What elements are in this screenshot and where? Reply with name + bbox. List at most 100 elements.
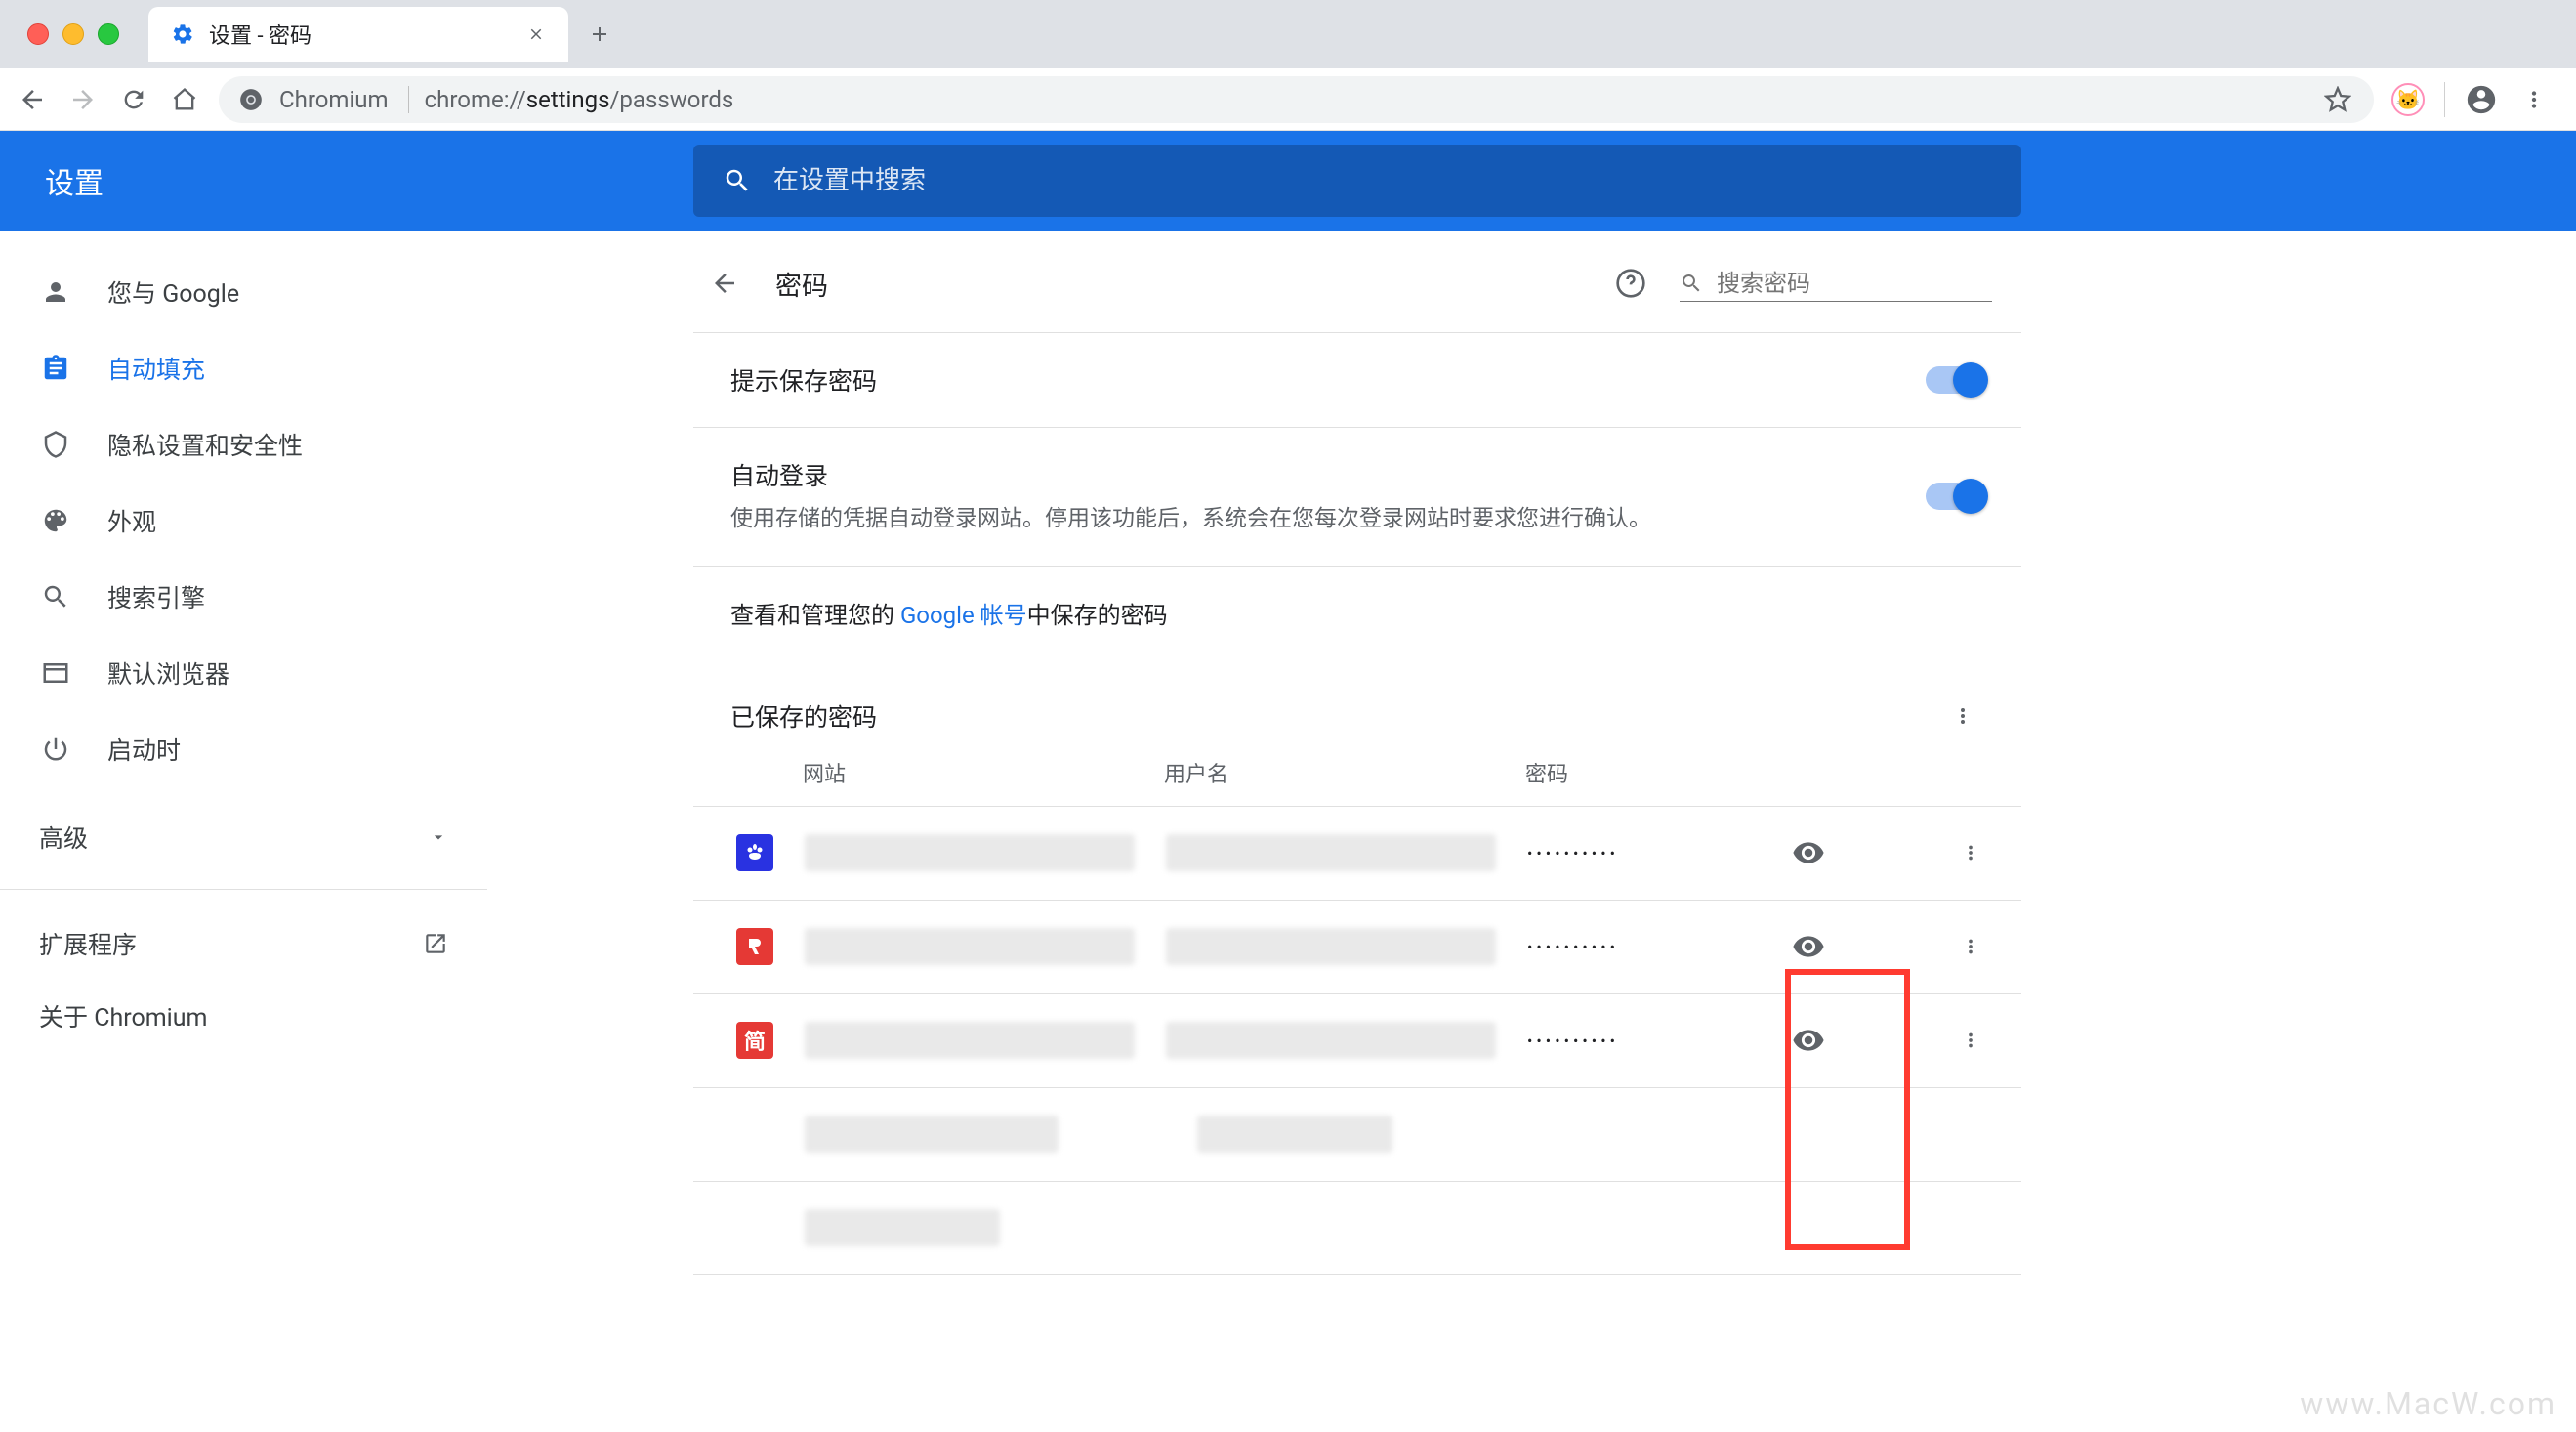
column-password: 密码 (1525, 757, 1799, 788)
sidebar-item-default-browser[interactable]: 默认浏览器 (0, 635, 487, 711)
sidebar-item-you-and-google[interactable]: 您与 Google (0, 254, 487, 330)
auto-signin-description: 使用存储的凭据自动登录网站。停用该功能后，系统会在您每次登录网站时要求您进行确认… (730, 502, 1926, 536)
password-search[interactable] (1680, 266, 1992, 302)
forward-button[interactable] (66, 83, 100, 116)
divider (0, 889, 487, 890)
address-bar[interactable]: Chromium chrome://settings/passwords (219, 76, 2374, 123)
sidebar-item-label: 您与 Google (107, 274, 239, 310)
site-name-redacted[interactable] (805, 1022, 1135, 1059)
auto-signin-toggle[interactable] (1926, 483, 1984, 510)
title-bar: 设置 - 密码 (0, 0, 2576, 68)
sidebar-extensions-link[interactable]: 扩展程序 (0, 907, 487, 980)
chevron-down-icon (429, 827, 448, 847)
site-name-redacted[interactable] (805, 1209, 1000, 1246)
site-favicon (736, 834, 773, 871)
google-account-link[interactable]: Google 帐号 (900, 602, 1027, 629)
sidebar-item-privacy-security[interactable]: 隐私设置和安全性 (0, 406, 487, 483)
bookmark-star-icon[interactable] (2321, 83, 2354, 116)
manage-prefix: 查看和管理您的 (730, 602, 900, 629)
site-name-redacted[interactable] (805, 928, 1135, 965)
sidebar-item-label: 自动填充 (107, 351, 205, 386)
column-site: 网站 (803, 757, 1164, 788)
sidebar-item-appearance[interactable]: 外观 (0, 483, 487, 559)
settings-header: 设置 (0, 131, 2576, 231)
extension-icon[interactable]: 🐱 (2391, 83, 2425, 116)
password-row (693, 1181, 2021, 1275)
gear-icon (170, 21, 195, 47)
offer-save-toggle[interactable] (1926, 366, 1984, 394)
external-link-icon (423, 931, 448, 956)
about-label: 关于 Chromium (39, 998, 207, 1033)
sidebar-item-label: 默认浏览器 (107, 655, 229, 691)
advanced-label: 高级 (39, 820, 88, 855)
minimize-window-button[interactable] (62, 23, 84, 45)
password-search-input[interactable] (1717, 270, 2020, 297)
profile-button[interactable] (2465, 83, 2498, 116)
saved-passwords-title: 已保存的密码 (730, 698, 877, 734)
browser-tab[interactable]: 设置 - 密码 (148, 7, 568, 62)
close-window-button[interactable] (27, 23, 49, 45)
show-password-button[interactable] (1781, 919, 1836, 974)
password-row: •••••••••• (693, 900, 2021, 993)
watermark: www.MacW.com (2300, 1385, 2556, 1422)
power-icon (39, 733, 72, 766)
sidebar-item-label: 启动时 (107, 732, 181, 767)
panel-title: 密码 (775, 265, 1582, 303)
saved-passwords-more-button[interactable] (1941, 695, 1984, 737)
password-masked: •••••••••• (1527, 1032, 1762, 1050)
reload-button[interactable] (117, 83, 150, 116)
password-row-more-button[interactable] (1949, 831, 1992, 874)
sidebar-item-label: 外观 (107, 503, 156, 538)
password-row-more-button[interactable] (1949, 925, 1992, 968)
browser-toolbar: Chromium chrome://settings/passwords 🐱 (0, 68, 2576, 131)
browser-menu-button[interactable] (2517, 83, 2551, 116)
person-icon (39, 275, 72, 309)
settings-sidebar: 您与 Google 自动填充 隐私设置和安全性 外观 搜索引擎 默认浏览器 (0, 231, 488, 1432)
browser-icon (39, 656, 72, 690)
separator (2444, 82, 2445, 117)
site-name-redacted[interactable] (805, 834, 1135, 871)
panel-back-button[interactable] (703, 262, 746, 305)
site-identity: Chromium (279, 86, 409, 113)
sidebar-item-label: 隐私设置和安全性 (107, 427, 303, 462)
site-domain: Chromium (279, 86, 409, 113)
site-favicon (736, 928, 773, 965)
sidebar-item-on-startup[interactable]: 启动时 (0, 711, 487, 787)
show-password-button[interactable] (1781, 825, 1836, 880)
column-user: 用户名 (1164, 757, 1525, 788)
sidebar-advanced-toggle[interactable]: 高级 (0, 803, 487, 871)
username-redacted (1166, 1022, 1496, 1059)
passwords-panel: 密码 提示保存密码 自 (693, 231, 2021, 1432)
show-password-button[interactable] (1781, 1013, 1836, 1068)
chromium-icon (238, 87, 264, 112)
help-button[interactable] (1611, 264, 1650, 303)
tab-title: 设置 - 密码 (209, 19, 512, 50)
sidebar-item-label: 搜索引擎 (107, 579, 205, 614)
manage-suffix: 中保存的密码 (1027, 602, 1168, 629)
sidebar-item-autofill[interactable]: 自动填充 (0, 330, 487, 406)
username-redacted (1197, 1116, 1392, 1153)
new-tab-button[interactable] (578, 13, 621, 56)
username-redacted (1166, 928, 1496, 965)
site-name-redacted[interactable] (805, 1116, 1059, 1153)
home-button[interactable] (168, 83, 201, 116)
settings-title: 设置 (0, 159, 693, 202)
maximize-window-button[interactable] (98, 23, 119, 45)
settings-search-input[interactable] (773, 166, 1992, 195)
sidebar-item-search-engine[interactable]: 搜索引擎 (0, 559, 487, 635)
password-masked: •••••••••• (1527, 844, 1762, 863)
username-redacted (1166, 834, 1496, 871)
auto-signin-label: 自动登录 (730, 457, 1926, 492)
settings-search-bar[interactable] (693, 145, 2021, 217)
password-row: 简 •••••••••• (693, 993, 2021, 1087)
password-row-more-button[interactable] (1949, 1019, 1992, 1062)
offer-save-passwords-row: 提示保存密码 (693, 332, 2021, 427)
shield-icon (39, 428, 72, 461)
password-row: •••••••••• (693, 806, 2021, 900)
sidebar-about-link[interactable]: 关于 Chromium (0, 980, 487, 1052)
tab-close-button[interactable] (525, 23, 547, 45)
offer-save-label: 提示保存密码 (730, 362, 1926, 398)
back-button[interactable] (16, 83, 49, 116)
palette-icon (39, 504, 72, 537)
site-favicon: 简 (736, 1022, 773, 1059)
